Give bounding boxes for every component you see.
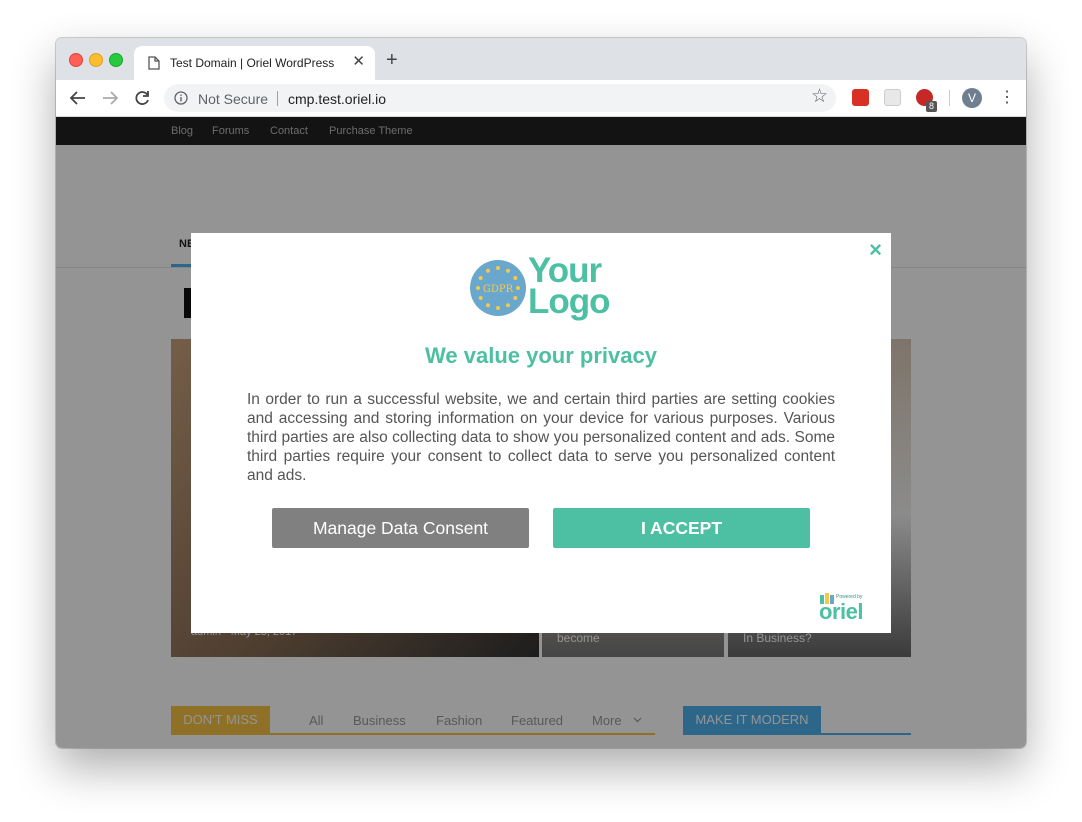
document-icon	[148, 56, 160, 70]
logo-line-2: Logo	[528, 282, 611, 321]
dialog-body-text: In order to run a successful website, we…	[247, 391, 835, 484]
profile-avatar[interactable]: V	[962, 88, 982, 108]
security-label[interactable]: Not Secure	[198, 91, 268, 107]
forward-arrow-icon[interactable]	[99, 87, 121, 109]
close-window-button[interactable]	[69, 53, 83, 67]
bookmark-star-icon[interactable]: ☆	[811, 87, 828, 107]
powered-by-oriel-logo[interactable]: Powered by oriel	[819, 591, 883, 625]
gdpr-badge-text: GDPR	[483, 284, 514, 295]
web-page: Blog Forums Contact Purchase Theme NE ad…	[56, 117, 1026, 748]
back-arrow-icon[interactable]	[67, 87, 89, 109]
address-separator	[277, 91, 278, 106]
close-icon[interactable]: ×	[869, 239, 882, 261]
toolbar-divider	[949, 90, 950, 106]
dialog-title: We value your privacy	[425, 343, 657, 368]
logo-text: Your Logo	[528, 253, 611, 321]
consent-dialog: × GDPR Your Logo We value your privacy I…	[191, 233, 891, 633]
tab-strip: Test Domain | Oriel WordPress ✕ +	[56, 38, 1026, 80]
address-bar[interactable]: Not Secure cmp.test.oriel.io ☆	[164, 84, 836, 112]
adblock-count-badge: 8	[926, 101, 938, 112]
reload-icon[interactable]	[131, 87, 153, 109]
accept-button[interactable]: I ACCEPT	[553, 508, 810, 548]
browser-menu-icon[interactable]: ⋮	[999, 88, 1015, 108]
tab-title: Test Domain | Oriel WordPress	[170, 56, 335, 70]
browser-window: Test Domain | Oriel WordPress ✕ + Not Se…	[56, 38, 1026, 748]
maximize-window-button[interactable]	[109, 53, 123, 67]
extension-icon[interactable]	[884, 89, 901, 106]
browser-toolbar: Not Secure cmp.test.oriel.io ☆ 8 V ⋮	[56, 80, 1026, 117]
new-tab-button[interactable]: +	[386, 50, 398, 70]
browser-tab[interactable]: Test Domain | Oriel WordPress ✕	[134, 46, 375, 80]
minimize-window-button[interactable]	[89, 53, 103, 67]
lastpass-extension-icon[interactable]	[852, 89, 869, 106]
oriel-brand-text: oriel	[819, 599, 863, 624]
url-text[interactable]: cmp.test.oriel.io	[288, 91, 386, 107]
info-icon[interactable]	[174, 91, 188, 105]
gdpr-badge-icon: GDPR	[470, 260, 526, 316]
company-logo: GDPR Your Logo	[469, 253, 615, 325]
manage-data-consent-button[interactable]: Manage Data Consent	[272, 508, 529, 548]
tab-close-icon[interactable]: ✕	[352, 54, 365, 70]
